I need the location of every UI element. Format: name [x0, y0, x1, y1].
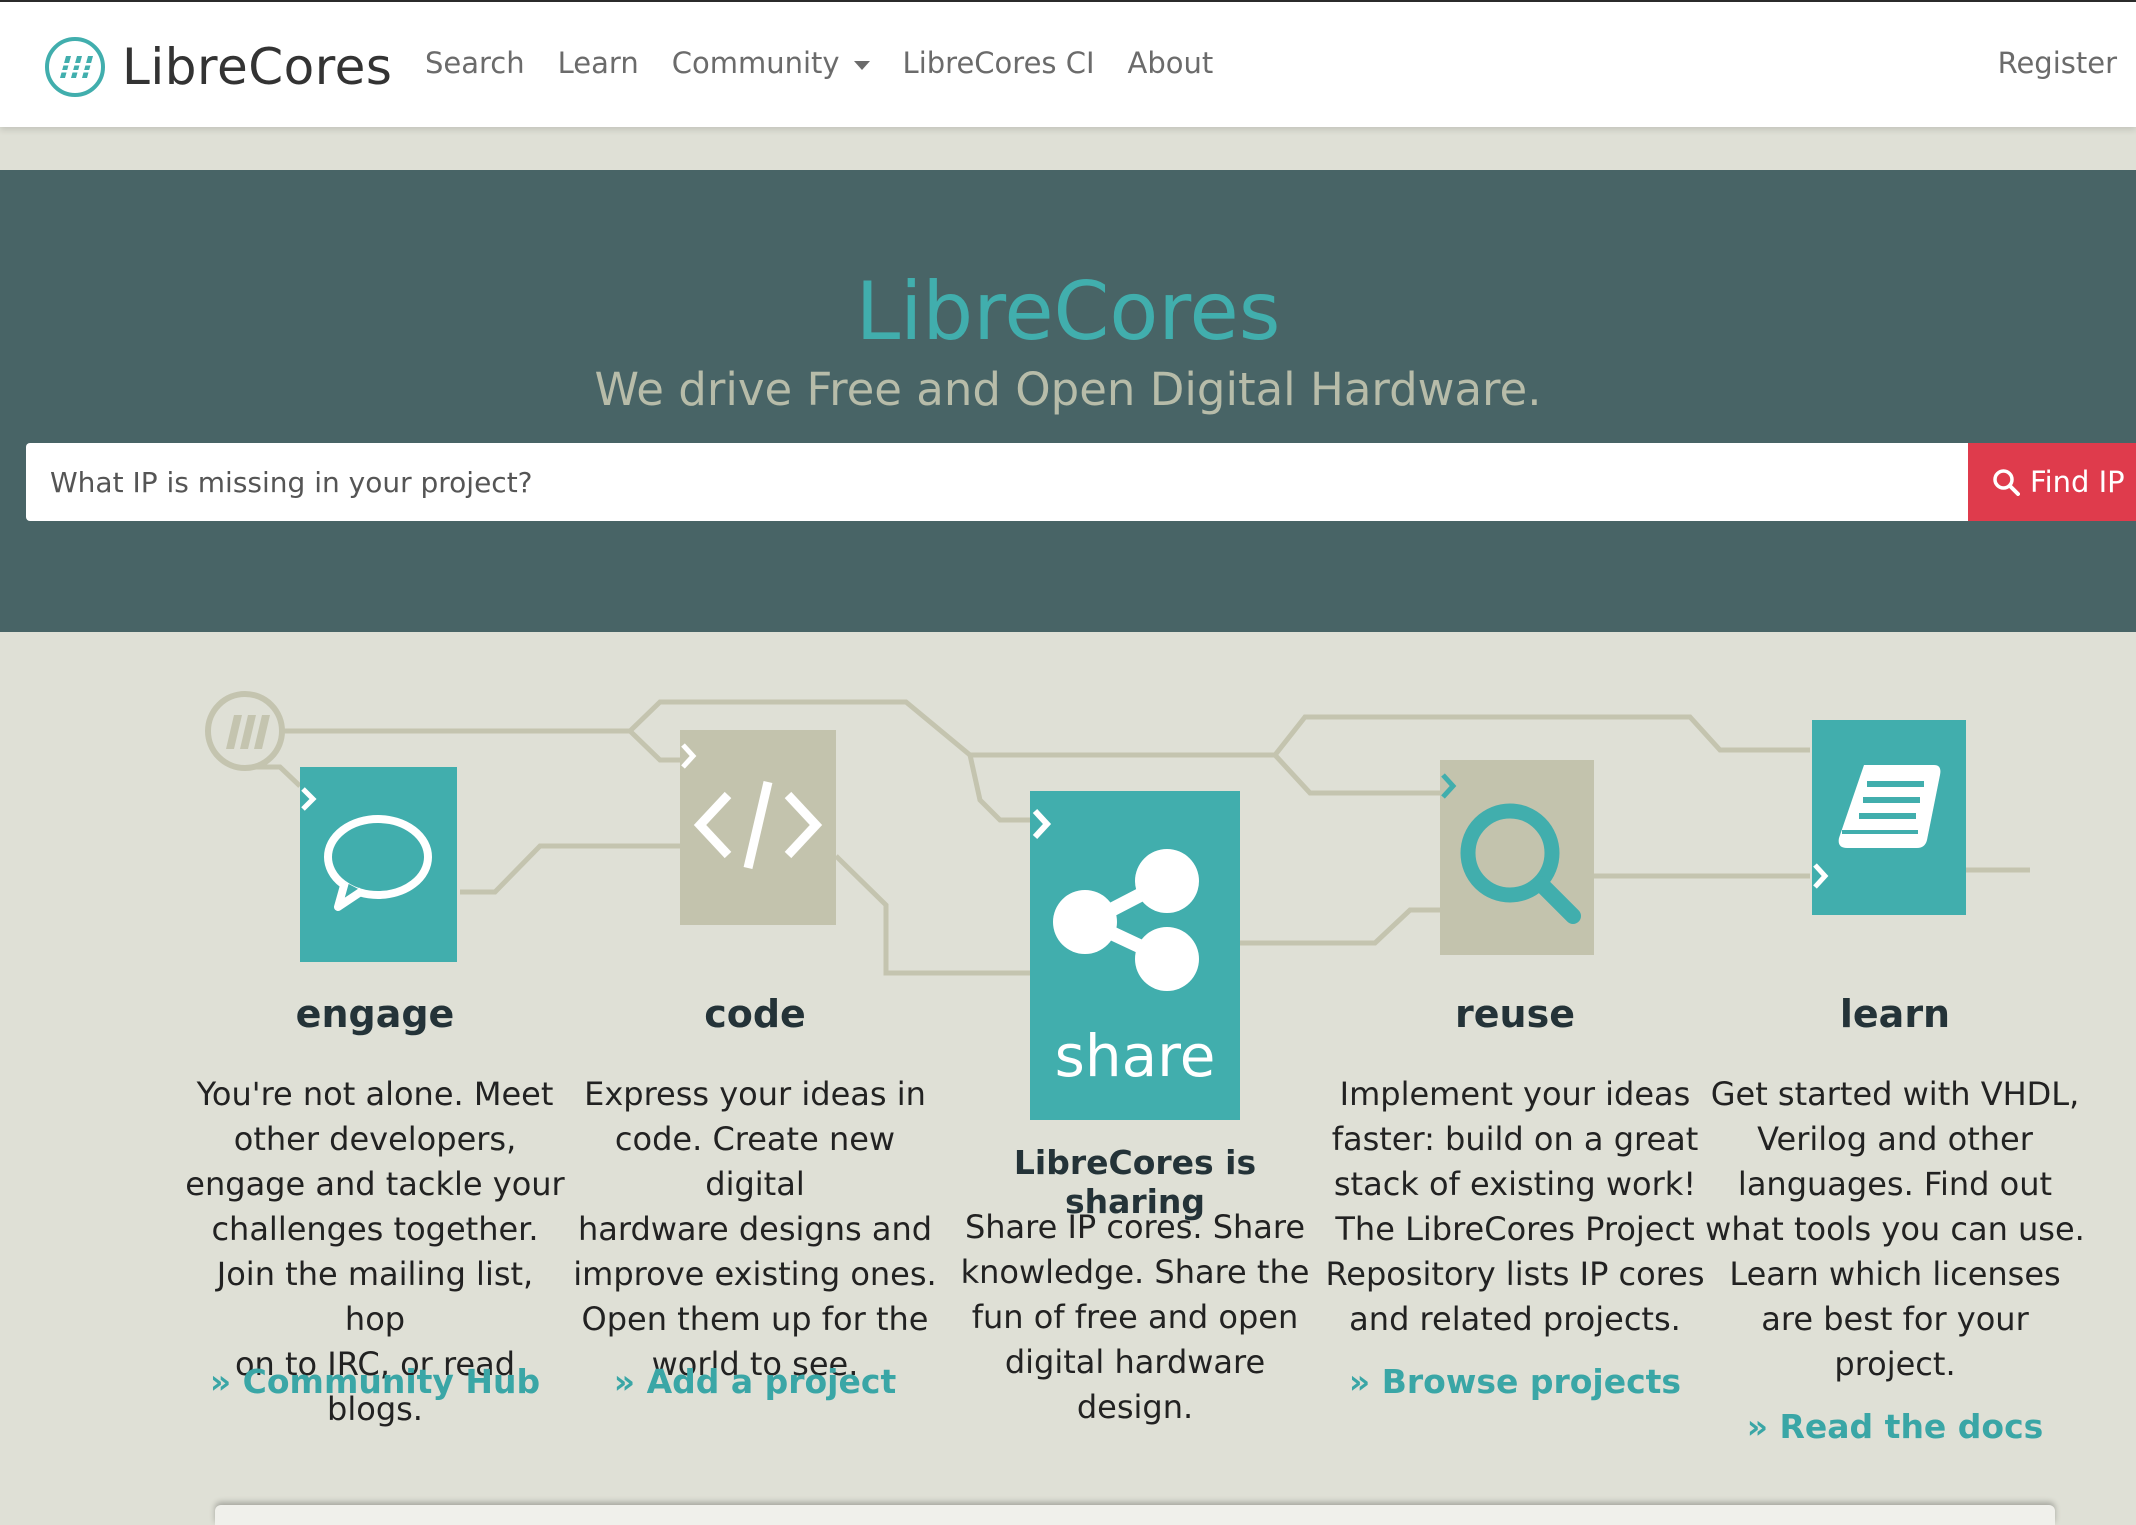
- ip-search-form: Find IP F: [26, 443, 2136, 521]
- top-navbar: LibreCores Search Learn Community LibreC…: [0, 0, 2136, 127]
- nav-links: Search Learn Community LibreCores CI Abo…: [425, 46, 1246, 80]
- reuse-tile: [1440, 760, 1594, 955]
- register-link[interactable]: Register: [1998, 46, 2117, 80]
- engage-tile: [300, 767, 457, 962]
- read-docs-link[interactable]: » Read the docs: [1705, 1407, 2085, 1446]
- community-hub-link[interactable]: » Community Hub: [185, 1362, 565, 1401]
- hero-title: LibreCores: [855, 265, 1281, 358]
- add-project-link[interactable]: » Add a project: [565, 1362, 945, 1401]
- learn-title: learn: [1839, 992, 1951, 1036]
- nav-about[interactable]: About: [1128, 46, 1214, 80]
- brand-link[interactable]: LibreCores: [44, 32, 392, 102]
- next-section-card-edge: [215, 1505, 2055, 1525]
- code-description: Express your ideas in code. Create new d…: [573, 1075, 937, 1383]
- engage-title: engage: [295, 992, 455, 1036]
- share-icon: [1032, 808, 1199, 991]
- find-ip-button[interactable]: Find IP F: [1968, 443, 2136, 521]
- nav-community-label: Community: [671, 46, 840, 80]
- learn-tile: [1812, 720, 1966, 915]
- circuit-logo-icon: [205, 691, 285, 771]
- chevron-down-icon: [853, 60, 870, 70]
- nav-search[interactable]: Search: [425, 46, 525, 80]
- reuse-description: Implement your ideas faster: build on a …: [1325, 1075, 1705, 1338]
- browse-projects-link[interactable]: » Browse projects: [1325, 1362, 1705, 1401]
- reuse-title: reuse: [1455, 992, 1575, 1036]
- hero-subtitle: We drive Free and Open Digital Hardware.: [594, 363, 1542, 416]
- speech-bubble-icon: [301, 787, 432, 911]
- nav-librecores-ci[interactable]: LibreCores CI: [903, 46, 1095, 80]
- nav-learn[interactable]: Learn: [558, 46, 639, 80]
- hero-banner: LibreCores We drive Free and Open Digita…: [0, 170, 2136, 632]
- librecores-logo-icon: [45, 37, 105, 97]
- code-icon: [681, 743, 823, 870]
- learn-description: Get started with VHDL, Verilog and other…: [1705, 1075, 2085, 1383]
- share-tile-label: share: [1054, 1022, 1216, 1090]
- share-tile: share: [1030, 791, 1240, 1120]
- magnifier-icon: [1441, 773, 1581, 924]
- sharing-description: Share IP cores. Share knowledge. Share t…: [960, 1208, 1310, 1426]
- ip-search-input[interactable]: [26, 443, 1968, 521]
- nav-community-dropdown[interactable]: Community: [672, 46, 870, 80]
- book-icon: [1813, 765, 1941, 889]
- code-title: code: [704, 992, 806, 1036]
- search-icon: [1993, 469, 2020, 496]
- code-tile: [680, 730, 836, 925]
- brand-name: LibreCores: [122, 38, 393, 96]
- find-ip-label: Find IP F: [2030, 465, 2136, 499]
